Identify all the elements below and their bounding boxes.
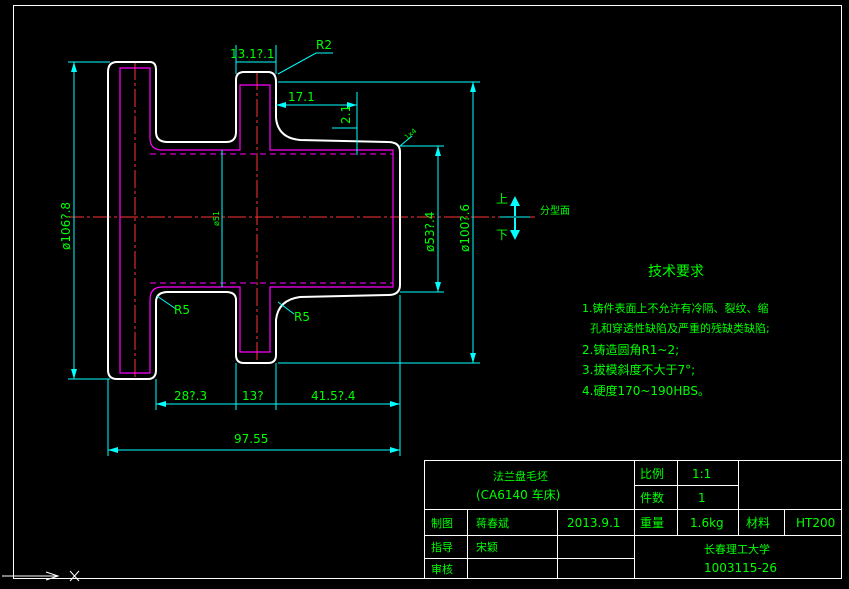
tb-guide-name: 宋颖	[476, 540, 498, 554]
tb-drawn-label: 制图	[431, 517, 453, 530]
arrowhead	[276, 102, 286, 108]
arrowhead	[470, 82, 476, 92]
tb-part-model: (CA6140 车床)	[476, 487, 560, 502]
arrowhead	[108, 447, 118, 453]
tb-guide-label: 指导	[431, 540, 453, 554]
dim-dia-inner-text: ø51	[212, 211, 221, 226]
notes-line-5: 4.硬度170~190HBS。	[582, 383, 710, 398]
tb-weight-label: 重量	[640, 516, 664, 530]
tb-school: 长春理工大学	[704, 542, 770, 556]
notes-line-1: 1.铸件表面上不允许有冷隔、裂纹、缩	[582, 301, 769, 315]
tb-scale-value: 1:1	[692, 467, 711, 481]
notes-title: 技术要求	[648, 264, 704, 280]
dim-r5-left-text: R5	[174, 303, 190, 317]
dim-total-text: 97.55	[234, 432, 268, 446]
dim-len-a-text: 28?.3	[174, 389, 207, 403]
tb-material-label: 材料	[746, 516, 770, 530]
tb-part-name: 法兰盘毛坯	[493, 469, 548, 483]
parting-plane-label: 分型面	[540, 204, 570, 217]
tb-qty-value: 1	[698, 491, 706, 505]
parting-arrow-up	[510, 196, 520, 206]
parting-upper-label: 上	[496, 192, 508, 206]
dim-angle-text: 1x4	[403, 127, 419, 142]
arrowhead	[156, 401, 166, 407]
cad-drawing-canvas: 13.1?.1 R2 17.1 2.1 R5 R5 ø106?.8 ø51 ø5…	[0, 0, 849, 589]
tb-drawn-date: 2013.9.1	[567, 516, 620, 530]
dim-dia-right-text: ø100?.6	[458, 204, 472, 252]
arrowhead	[71, 369, 77, 379]
tb-drawn-name: 蒋春斌	[476, 517, 509, 530]
arrowhead	[390, 401, 400, 407]
arrowhead	[470, 353, 476, 363]
parting-arrow-down	[510, 230, 520, 240]
parting-lower-label: 下	[496, 228, 508, 242]
dim-r2-text: R2	[316, 38, 332, 52]
tb-check-label: 审核	[431, 562, 453, 576]
dimension-arrowheads	[71, 62, 520, 453]
tb-material-value: HT200	[796, 516, 835, 530]
notes-line-2: 孔和穿透性缺陷及严重的残缺类缺陷;	[590, 321, 770, 335]
leader-r2	[277, 52, 333, 75]
dim-len-b-text: 13?	[242, 389, 264, 403]
dim-dia-left-text: ø106?.8	[59, 202, 73, 250]
dim-17-text: 17.1	[288, 90, 315, 104]
dim-2-1-text: 2.1	[339, 105, 353, 124]
dim-r5-right-text: R5	[294, 310, 310, 324]
arrowhead	[435, 282, 441, 292]
notes-line-3: 2.铸造圆角R1~2;	[582, 342, 679, 357]
tb-qty-label: 件数	[640, 490, 664, 505]
dim-len-c-text: 41.5?.4	[311, 389, 356, 403]
arrowhead	[71, 62, 77, 72]
part-outline	[107, 61, 401, 380]
arrowhead	[390, 447, 400, 453]
notes-line-4: 3.拔模斜度不大于7°;	[582, 362, 695, 377]
dim-top-width-text: 13.1?.1	[230, 47, 275, 61]
tb-weight-value: 1.6kg	[690, 516, 724, 530]
tb-scale-label: 比例	[640, 467, 664, 481]
dim-dia-mid-text: ø53?.4	[423, 212, 437, 252]
arrowhead	[435, 146, 441, 156]
tb-student-id: 1003115-26	[704, 561, 777, 575]
